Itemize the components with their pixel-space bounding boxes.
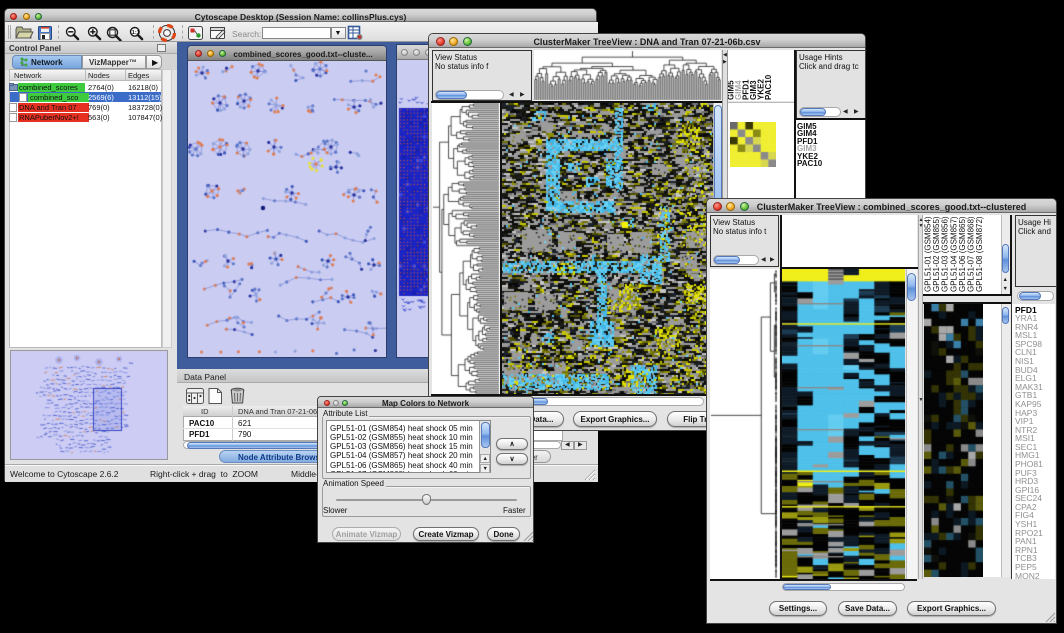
svg-text:PAC10: PAC10 (764, 74, 773, 100)
svg-text:1:1: 1:1 (132, 30, 140, 36)
svg-text:GPL51-08 (GSM872): GPL51-08 (GSM872) (975, 216, 984, 292)
